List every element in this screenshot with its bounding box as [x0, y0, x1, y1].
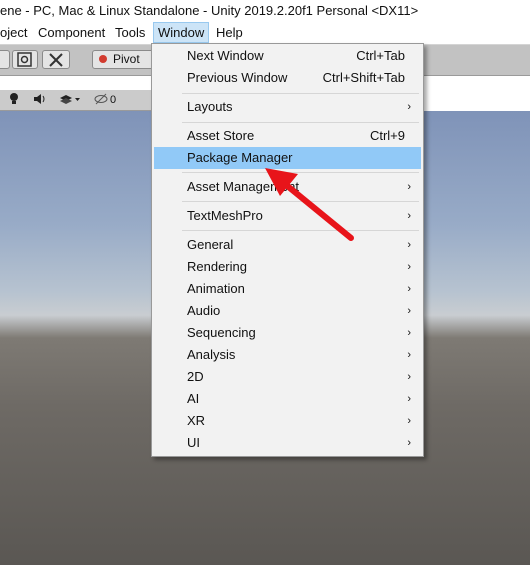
submenu-arrow-icon: ›	[407, 327, 411, 339]
menu-item-analysis[interactable]: Analysis ›	[154, 344, 421, 366]
menu-item-previous-window[interactable]: Previous Window Ctrl+Shift+Tab	[154, 67, 421, 89]
menu-item-sequencing[interactable]: Sequencing ›	[154, 322, 421, 344]
menu-item-asset-store[interactable]: Asset Store Ctrl+9	[154, 125, 421, 147]
tools-icon	[49, 53, 63, 67]
menu-item-xr[interactable]: XR ›	[154, 410, 421, 432]
submenu-arrow-icon: ›	[407, 101, 411, 113]
menu-item-2d[interactable]: 2D ›	[154, 366, 421, 388]
menu-item-ai[interactable]: AI ›	[154, 388, 421, 410]
pivot-label: Pivot	[113, 52, 140, 66]
submenu-arrow-icon: ›	[407, 181, 411, 193]
menu-item-ui[interactable]: UI ›	[154, 432, 421, 454]
window-title: ene - PC, Mac & Linux Standalone - Unity…	[0, 0, 530, 22]
menu-window[interactable]: Window	[153, 22, 210, 43]
menu-item-general[interactable]: General ›	[154, 234, 421, 256]
submenu-arrow-icon: ›	[407, 371, 411, 383]
submenu-arrow-icon: ›	[407, 437, 411, 449]
menu-bar: oject Component Tools Window Help	[0, 22, 530, 45]
menu-help[interactable]: Help	[212, 22, 247, 43]
hidden-objects-icon[interactable]	[94, 92, 108, 108]
pivot-toggle-button[interactable]: Pivot	[92, 50, 154, 69]
submenu-arrow-icon: ›	[407, 261, 411, 273]
window-menu-dropdown: Next Window Ctrl+Tab Previous Window Ctr…	[151, 43, 424, 457]
menu-item-asset-management[interactable]: Asset Management ›	[154, 176, 421, 198]
menu-item-package-manager[interactable]: Package Manager	[154, 147, 421, 169]
transform-tool-button[interactable]	[12, 50, 38, 69]
menu-separator	[182, 172, 419, 173]
rect-tool-button[interactable]	[0, 50, 10, 69]
menu-item-layouts[interactable]: Layouts ›	[154, 96, 421, 118]
menu-separator	[182, 122, 419, 123]
submenu-arrow-icon: ›	[407, 239, 411, 251]
hidden-objects-count: 0	[110, 94, 117, 106]
menu-item-animation[interactable]: Animation ›	[154, 278, 421, 300]
submenu-arrow-icon: ›	[407, 305, 411, 317]
menu-item-rendering[interactable]: Rendering ›	[154, 256, 421, 278]
menu-item-audio[interactable]: Audio ›	[154, 300, 421, 322]
menu-item-textmeshpro[interactable]: TextMeshPro ›	[154, 205, 421, 227]
effects-toggle-icon[interactable]	[58, 92, 82, 108]
submenu-arrow-icon: ›	[407, 393, 411, 405]
menu-item-next-window[interactable]: Next Window Ctrl+Tab	[154, 45, 421, 67]
menu-separator	[182, 201, 419, 202]
pivot-icon	[99, 55, 107, 63]
transform-icon	[17, 52, 32, 67]
custom-tool-button[interactable]	[42, 50, 70, 69]
lighting-toggle-icon[interactable]	[8, 92, 20, 108]
submenu-arrow-icon: ›	[407, 349, 411, 361]
audio-toggle-icon[interactable]	[32, 92, 48, 108]
menu-component[interactable]: Component	[34, 22, 109, 43]
scene-view-toolbar: 0	[0, 90, 160, 111]
menu-project[interactable]: oject	[0, 22, 31, 43]
submenu-arrow-icon: ›	[407, 283, 411, 295]
menu-separator	[182, 230, 419, 231]
submenu-arrow-icon: ›	[407, 210, 411, 222]
submenu-arrow-icon: ›	[407, 415, 411, 427]
menu-tools[interactable]: Tools	[111, 22, 149, 43]
menu-separator	[182, 93, 419, 94]
